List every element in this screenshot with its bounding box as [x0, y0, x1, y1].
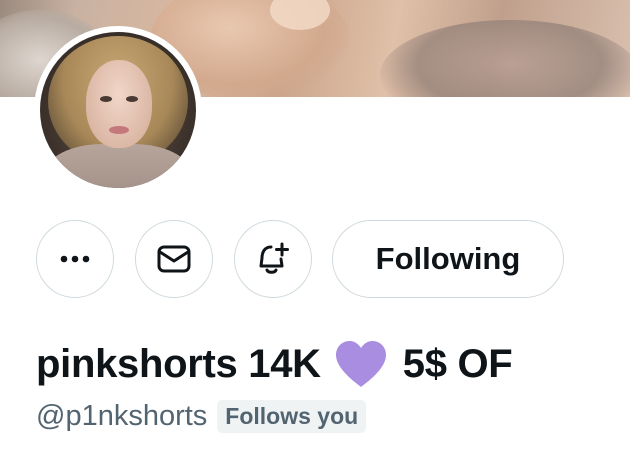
profile-display-name: pinkshorts 14K 5$ OF [36, 338, 513, 390]
profile-handle-row: @p1nkshorts Follows you [36, 398, 367, 434]
bell-plus-icon [259, 242, 289, 274]
following-button[interactable]: Following [332, 220, 564, 298]
notifications-button[interactable] [234, 220, 312, 298]
message-button[interactable] [135, 220, 213, 298]
following-button-label: Following [375, 241, 521, 276]
mail-icon [157, 245, 191, 273]
profile-handle: @p1nkshorts [36, 399, 208, 432]
display-name-suffix: 5$ OF [402, 341, 513, 386]
ellipsis-icon [60, 255, 90, 263]
purple-heart-icon [335, 341, 386, 387]
profile-avatar[interactable] [34, 26, 202, 194]
display-name-text: pinkshorts 14K [36, 341, 321, 386]
follows-you-badge: Follows you [217, 399, 367, 433]
more-options-button[interactable] [36, 220, 114, 298]
